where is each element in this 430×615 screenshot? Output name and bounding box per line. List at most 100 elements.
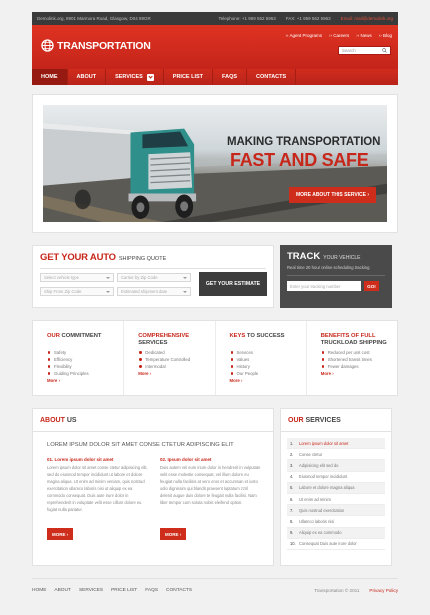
- quote-title: GET YOUR AUTO: [40, 252, 116, 263]
- feature-keys: KEYS TO SUCCESS Services Values History …: [216, 321, 307, 395]
- copyright: Transportation © 2011: [314, 587, 360, 593]
- list-item[interactable]: 8. Ullamco laboris nisi: [287, 516, 385, 528]
- about-panel: ABOUT US LOREM IPSUM DOLOR SIT AMET CONS…: [32, 408, 274, 566]
- divider: [287, 275, 385, 276]
- list-item[interactable]: 5. Labore et dolore magna aliqua: [287, 482, 385, 494]
- services-panel: OUR SERVICES 1. Lorem ipsum dolor sit ame…: [280, 408, 392, 566]
- agent-programs-link[interactable]: Agent Programs: [285, 33, 322, 38]
- top-info-bar: Demolink.org, 8901 Marmora Road, Glasgow…: [32, 12, 398, 25]
- carrier-zip-select[interactable]: Carrier by Zip Code: [117, 273, 191, 282]
- fax: FAX: +1 959 552 5963: [285, 16, 331, 21]
- nav-services-label: SERVICES: [115, 74, 143, 80]
- list-item[interactable]: Shortened transit times: [321, 356, 391, 363]
- list-item[interactable]: 1. Lorem ipsum dolor sit amet: [287, 438, 385, 450]
- email-link[interactable]: Email: mail@demolink.org: [341, 16, 393, 21]
- more-link[interactable]: More ›: [230, 378, 300, 383]
- hero-image: MAKING TRANSPORTATION FAST AND SAFE MORE…: [43, 105, 387, 222]
- site-logo[interactable]: TRANSPORTATION: [41, 39, 151, 52]
- shipment-date-select[interactable]: Estimated shipment date: [117, 287, 191, 296]
- get-estimate-button[interactable]: GET YOUR ESTIMATE: [199, 272, 267, 296]
- careers-link[interactable]: Careers: [329, 33, 349, 38]
- list-item[interactable]: 3. Adipisicing elit sed do: [287, 460, 385, 472]
- track-description: Real time 20 hour online scheduling trac…: [287, 265, 370, 270]
- feature-services: COMPREHENSIVE SERVICES Dedicated Tempera…: [124, 321, 216, 395]
- section-title: ABOUT US: [33, 409, 273, 432]
- track-go-button[interactable]: GO!: [364, 281, 379, 291]
- more-link[interactable]: More ›: [321, 371, 391, 376]
- list-item[interactable]: Services: [230, 349, 300, 356]
- privacy-policy-link[interactable]: Privacy Policy: [369, 588, 398, 593]
- site-header: TRANSPORTATION Agent Programs Careers Ne…: [32, 25, 398, 69]
- more-link[interactable]: More ›: [138, 371, 208, 376]
- hero-banner: MAKING TRANSPORTATION FAST AND SAFE MORE…: [32, 94, 398, 233]
- list-item[interactable]: Values: [230, 356, 300, 363]
- feature-benefits: BENEFITS OF FULL TRUCKLOAD SHIPPING Redu…: [307, 321, 397, 395]
- hero-title-line1: MAKING TRANSPORTATION: [227, 136, 381, 148]
- telephone: Telephone: +1 959 552 5963: [218, 16, 276, 21]
- nav-services[interactable]: SERVICES: [106, 69, 164, 85]
- logo-text: TRANSPORTATION: [57, 39, 151, 52]
- features-strip: OUR COMMITMENT Safety Efficiency Flexibi…: [32, 320, 398, 396]
- dropdown-arrow-icon: [183, 290, 187, 293]
- track-vehicle-panel: TRACK YOUR VEHICLE Real time 20 hour onl…: [280, 245, 392, 308]
- globe-icon: [41, 39, 54, 52]
- list-item[interactable]: Efficiency: [47, 356, 117, 363]
- header-links: Agent Programs Careers News Blog: [285, 33, 392, 38]
- feature-commitment: OUR COMMITMENT Safety Efficiency Flexibi…: [33, 321, 125, 395]
- list-item[interactable]: 7. Quis nostrud exercitation: [287, 505, 385, 517]
- list-item[interactable]: 6. Ut enim ad minim: [287, 494, 385, 506]
- list-item[interactable]: 2. Conse ctetur: [287, 449, 385, 461]
- site-footer: HOME ABOUT SERVICES PRICE LIST FAQS CONT…: [32, 584, 398, 596]
- company-address: Demolink.org, 8901 Marmora Road, Glasgow…: [37, 16, 151, 21]
- more-button[interactable]: MORE ›: [47, 528, 74, 540]
- quote-subtitle: SHIPPING QUOTE: [118, 256, 167, 262]
- footer-nav-price-list[interactable]: PRICE LIST: [111, 588, 137, 593]
- list-item[interactable]: Guiding Principles: [47, 370, 117, 377]
- more-link[interactable]: More ›: [47, 378, 117, 383]
- list-item[interactable]: 9. Aliquip ex ea commodo: [287, 527, 385, 539]
- about-text: Lorem ipsum dolor sit amet conse ctetur …: [47, 465, 148, 512]
- vehicle-type-select[interactable]: Select vehicle type: [40, 273, 114, 282]
- list-item[interactable]: Safety: [47, 349, 117, 356]
- footer-nav-services[interactable]: SERVICES: [79, 588, 103, 593]
- tracking-number-input[interactable]: Enter your tracking number: [287, 281, 361, 291]
- footer-nav-home[interactable]: HOME: [32, 588, 46, 593]
- more-button[interactable]: MORE ›: [160, 528, 187, 540]
- section-title: OUR SERVICES: [281, 409, 391, 432]
- list-item[interactable]: Fewer damages: [321, 363, 391, 370]
- footer-nav-about[interactable]: ABOUT: [54, 588, 71, 593]
- dropdown-arrow-icon: [183, 276, 187, 279]
- search-input[interactable]: Search: [338, 46, 391, 55]
- footer-nav-faqs[interactable]: FAQS: [145, 588, 158, 593]
- about-heading: 01. Lorem ipsum dolor sit amet: [47, 457, 114, 462]
- list-item[interactable]: Reduced per unit cost: [321, 349, 391, 356]
- divider: [40, 268, 266, 269]
- ship-from-zip-select[interactable]: Ship From Zip Code: [40, 287, 114, 296]
- blog-link[interactable]: Blog: [379, 33, 392, 38]
- search-placeholder: Search: [342, 48, 356, 53]
- nav-contacts[interactable]: CONTACTS: [247, 69, 297, 85]
- list-item[interactable]: History: [230, 363, 300, 370]
- list-item[interactable]: 4. Eiusmod tempor incididunt: [287, 472, 385, 483]
- search-icon[interactable]: [382, 48, 387, 53]
- dropdown-arrow-icon: [106, 276, 110, 279]
- services-list: 1. Lorem ipsum dolor sit amet 2. Conse cte…: [287, 438, 385, 550]
- list-item[interactable]: Flexibility: [47, 363, 117, 370]
- about-heading: 02. Ipsum dolor sit amet: [160, 457, 212, 462]
- nav-faqs[interactable]: FAQS: [213, 69, 248, 85]
- nav-about[interactable]: ABOUT: [68, 69, 107, 85]
- list-item[interactable]: Our People: [230, 370, 300, 377]
- footer-divider: [32, 578, 398, 579]
- nav-price-list[interactable]: PRICE LIST: [164, 69, 214, 85]
- footer-nav-contacts[interactable]: CONTACTS: [166, 588, 192, 593]
- list-item[interactable]: Dedicated: [138, 349, 208, 356]
- nav-home[interactable]: HOME: [32, 69, 68, 85]
- news-link[interactable]: News: [356, 33, 371, 38]
- list-item[interactable]: Temperature Controlled: [138, 356, 208, 363]
- hero-more-button[interactable]: MORE ABOUT THIS SERVICE ›: [289, 187, 377, 203]
- dropdown-arrow-icon: [106, 290, 110, 293]
- about-lead: LOREM IPSUM DOLOR SIT AMET CONSE CTETUR …: [47, 442, 234, 448]
- list-item[interactable]: Intermodal: [138, 363, 208, 370]
- chevron-down-icon[interactable]: [146, 73, 154, 81]
- list-item[interactable]: 10. Consequat Duis aute irure dolor: [287, 539, 385, 550]
